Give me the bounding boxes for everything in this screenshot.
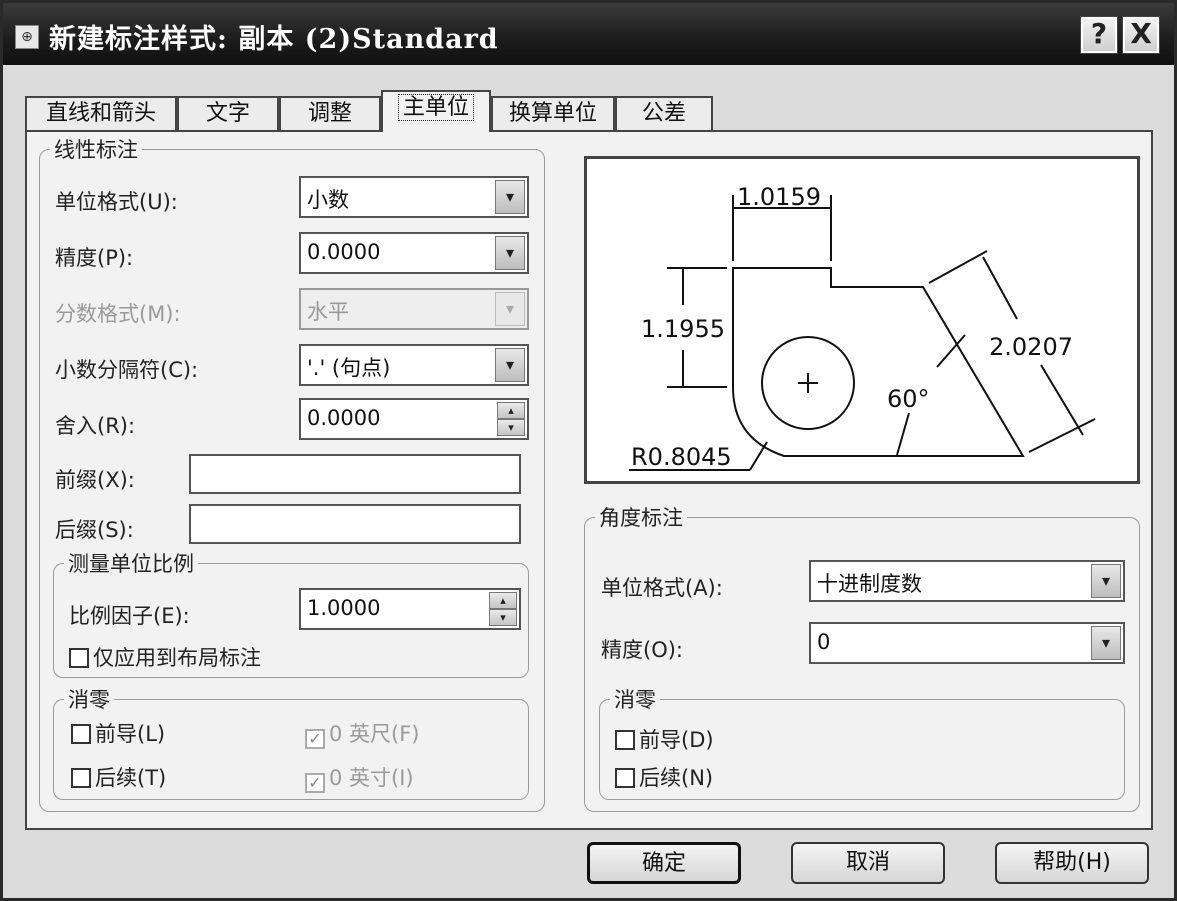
preview-drawing: 1.0159 1.1955 2.0207 60° R0.8045 xyxy=(629,183,1096,471)
spin-up-icon[interactable]: ▴ xyxy=(489,592,517,609)
round-off-spinner[interactable]: 0.0000 ▴ ▾ xyxy=(299,398,529,440)
angular-unit-format-select[interactable]: 十进制度数 ▾ xyxy=(809,560,1125,602)
angle-label: 60° xyxy=(887,385,930,413)
suffix-input[interactable] xyxy=(189,504,521,544)
decimal-separator-value: '.' (句点) xyxy=(307,356,391,380)
chevron-down-icon[interactable]: ▾ xyxy=(1091,564,1121,598)
tab-fit[interactable]: 调整 xyxy=(279,96,381,130)
fraction-format-value: 水平 xyxy=(307,300,349,324)
checkbox-unchecked-icon[interactable] xyxy=(615,768,635,788)
prefix-input[interactable] xyxy=(189,454,521,494)
tab-fit-label: 调整 xyxy=(307,101,352,126)
ok-button[interactable]: 确定 xyxy=(587,842,741,884)
dim-top-label: 1.0159 xyxy=(737,183,821,211)
check-icon: ✓ xyxy=(305,729,325,749)
checkbox-unchecked-icon[interactable] xyxy=(69,648,89,668)
close-button[interactable]: X xyxy=(1122,16,1160,54)
cancel-button[interactable]: 取消 xyxy=(791,842,945,884)
chevron-down-icon[interactable]: ▾ xyxy=(495,236,525,270)
dialog-title: 新建标注样式: 副本 (2)Standard xyxy=(49,24,499,55)
angular-trailing-label: 后续(N) xyxy=(639,766,714,790)
prefix-label: 前缀(X): xyxy=(55,468,135,492)
linear-trailing-checkbox[interactable]: 后续(T) xyxy=(71,762,166,792)
spin-up-icon[interactable]: ▴ xyxy=(497,402,525,419)
tab-tolerances-label: 公差 xyxy=(641,101,686,126)
dimstyle-app-icon: ⊕ xyxy=(15,25,39,49)
round-off-value: 0.0000 xyxy=(307,406,381,430)
tab-panel-primary-units: 线性标注 单位格式(U): 小数 ▾ 精度(P): 0.0000 ▾ 分数格式(… xyxy=(25,130,1153,830)
angular-leading-checkbox[interactable]: 前导(D) xyxy=(615,724,714,754)
tab-tolerances[interactable]: 公差 xyxy=(615,96,713,130)
spin-down-icon[interactable]: ▾ xyxy=(497,419,525,436)
precision-label: 精度(P): xyxy=(55,246,134,270)
dim-left-label: 1.1955 xyxy=(641,315,725,343)
linear-trailing-label: 后续(T) xyxy=(95,766,167,790)
dim-right-label: 2.0207 xyxy=(989,333,1073,361)
title-bar[interactable]: ⊕ 新建标注样式: 副本 (2)Standard ? X xyxy=(3,3,1174,65)
feet-checkbox: ✓ 0 英尺(F) xyxy=(305,718,420,749)
angular-dimensions-title: 角度标注 xyxy=(599,506,683,530)
measurement-scale-title: 测量单位比例 xyxy=(68,552,194,576)
decimal-separator-select[interactable]: '.' (句点) ▾ xyxy=(299,344,529,386)
angular-precision-label: 精度(O): xyxy=(601,638,683,662)
checkbox-unchecked-icon[interactable] xyxy=(71,724,91,744)
precision-select[interactable]: 0.0000 ▾ xyxy=(299,232,529,274)
preview-area: 1.0159 1.1955 2.0207 60° R0.8045 xyxy=(584,156,1140,484)
angular-unit-format-label: 单位格式(A): xyxy=(601,576,723,600)
layout-only-label: 仅应用到布局标注 xyxy=(93,646,261,670)
angular-trailing-checkbox[interactable]: 后续(N) xyxy=(615,762,713,792)
inches-checkbox: ✓ 0 英寸(I) xyxy=(305,762,414,793)
suffix-label: 后缀(S): xyxy=(55,518,134,542)
linear-leading-label: 前导(L) xyxy=(95,722,166,746)
spin-down-icon[interactable]: ▾ xyxy=(489,609,517,626)
linear-leading-checkbox[interactable]: 前导(L) xyxy=(71,718,165,748)
angular-precision-select[interactable]: 0 ▾ xyxy=(809,622,1125,664)
fraction-format-select: 水平 ▾ xyxy=(299,288,529,330)
decimal-separator-label: 小数分隔符(C): xyxy=(55,358,199,382)
fraction-format-label: 分数格式(M): xyxy=(55,302,181,326)
unit-format-select[interactable]: 小数 ▾ xyxy=(299,176,529,218)
chevron-down-icon[interactable]: ▾ xyxy=(495,348,525,382)
help-button[interactable]: 帮助(H) xyxy=(995,842,1149,884)
check-icon: ✓ xyxy=(305,773,325,793)
round-off-label: 舍入(R): xyxy=(55,414,136,438)
tab-text[interactable]: 文字 xyxy=(177,96,279,130)
tab-lines-arrows-label: 直线和箭头 xyxy=(45,101,156,126)
checkbox-unchecked-icon[interactable] xyxy=(71,768,91,788)
chevron-down-icon[interactable]: ▾ xyxy=(495,180,525,214)
help-question-button[interactable]: ? xyxy=(1080,16,1118,54)
linear-zero-suppression-title: 消零 xyxy=(68,688,110,712)
tab-text-label: 文字 xyxy=(205,101,250,126)
linear-dimensions-title: 线性标注 xyxy=(54,138,138,162)
checkbox-unchecked-icon[interactable] xyxy=(615,730,635,750)
tab-lines-arrows[interactable]: 直线和箭头 xyxy=(25,96,177,130)
part-outline xyxy=(732,267,1025,457)
scale-factor-spinner[interactable]: 1.0000 ▴ ▾ xyxy=(299,588,521,630)
scale-factor-value: 1.0000 xyxy=(307,596,381,620)
chevron-down-icon: ▾ xyxy=(495,292,525,326)
angular-precision-value: 0 xyxy=(817,630,831,654)
scale-factor-label: 比例因子(E): xyxy=(69,604,190,628)
tab-primary-units-label: 主单位 xyxy=(397,94,474,121)
unit-format-label: 单位格式(U): xyxy=(55,190,178,214)
tab-alternate-units-label: 换算单位 xyxy=(508,101,597,126)
tab-alternate-units[interactable]: 换算单位 xyxy=(491,96,615,130)
tab-primary-units[interactable]: 主单位 xyxy=(381,90,491,132)
feet-label: 0 英尺(F) xyxy=(329,722,420,746)
angular-leading-label: 前导(D) xyxy=(639,728,714,752)
radius-label: R0.8045 xyxy=(631,443,732,471)
angular-unit-format-value: 十进制度数 xyxy=(817,572,922,596)
unit-format-value: 小数 xyxy=(307,188,349,212)
chevron-down-icon[interactable]: ▾ xyxy=(1091,626,1121,660)
angular-zero-suppression-title: 消零 xyxy=(614,688,656,712)
precision-value: 0.0000 xyxy=(307,240,381,264)
dialog-window: ⊕ 新建标注样式: 副本 (2)Standard ? X 直线和箭头 文字 调整… xyxy=(0,0,1177,901)
layout-only-checkbox[interactable]: 仅应用到布局标注 xyxy=(69,642,261,672)
inches-label: 0 英寸(I) xyxy=(329,766,414,790)
